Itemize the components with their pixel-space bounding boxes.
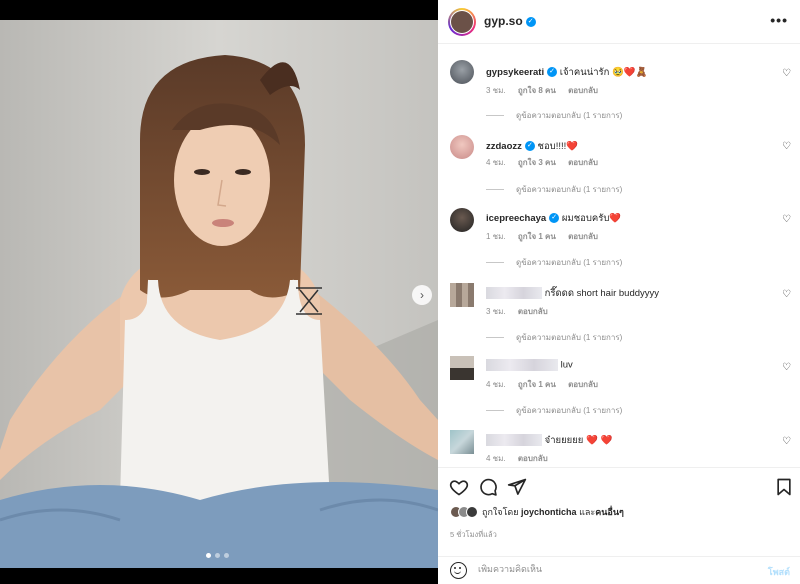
- reply-divider: [486, 189, 504, 190]
- comment-time[interactable]: 4 ชม.: [486, 380, 506, 389]
- reply-button[interactable]: ตอบกลับ: [568, 86, 598, 95]
- author-username[interactable]: gyp.so ✓: [484, 14, 536, 28]
- comment-body: กรี๊ดดด short hair buddyyyy: [544, 288, 660, 299]
- reply-button[interactable]: ตอบกลับ: [568, 232, 598, 241]
- share-paper-plane-icon[interactable]: [507, 477, 527, 497]
- commenter-avatar[interactable]: [450, 356, 474, 380]
- view-replies-button[interactable]: ดูข้อความตอบกลับ (1 รายการ): [486, 404, 622, 417]
- comment-username[interactable]: zzdaozz: [486, 141, 522, 152]
- add-comment-bar: โพสต์: [438, 556, 800, 584]
- comment-body: เจ้าคนน่ารัก 🥹❤️🧸: [559, 67, 648, 78]
- comment-meta: 1 ชม. ถูกใจ 1 คน ตอบกลับ: [486, 230, 608, 243]
- comment-text: luv: [486, 359, 573, 371]
- commenter-avatar[interactable]: [450, 135, 474, 159]
- comment-body: ผมชอบครับ❤️: [561, 213, 622, 224]
- comment-like-heart-icon[interactable]: ♡: [782, 68, 791, 79]
- comment-like-heart-icon[interactable]: ♡: [782, 289, 791, 300]
- comment-meta: 3 ชม. ตอบกลับ: [486, 305, 558, 318]
- verified-badge-icon: ✓: [525, 16, 536, 27]
- comment-text: zzdaozz ✓ ชอบ!!!!❤️: [486, 139, 578, 154]
- comment-input[interactable]: [478, 564, 728, 574]
- comment-like-heart-icon[interactable]: ♡: [782, 362, 791, 373]
- view-replies-button[interactable]: ดูข้อความตอบกลับ (1 รายการ): [486, 331, 622, 344]
- comment-likes[interactable]: ถูกใจ 1 คน: [518, 380, 556, 389]
- comment-text: icepreechaya ✓ ผมชอบครับ❤️: [486, 211, 621, 226]
- next-image-button[interactable]: ›: [412, 285, 432, 305]
- carousel-dot: [224, 553, 229, 558]
- blurred-username[interactable]: [486, 434, 542, 447]
- author-avatar[interactable]: [448, 8, 476, 36]
- liked-by: ถูกใจโดย joychonticha และคนอื่นๆ: [450, 505, 624, 519]
- reply-divider: [486, 337, 504, 338]
- comment-bubble-icon[interactable]: [478, 477, 498, 497]
- comment-username[interactable]: gypsykeerati: [486, 67, 544, 78]
- post-actions-bar: [438, 467, 800, 505]
- comment-username[interactable]: icepreechaya: [486, 213, 546, 224]
- comment-text: จ๋ายยยยย ❤️ ❤️: [486, 433, 612, 448]
- comment-likes[interactable]: ถูกใจ 8 คน: [518, 86, 556, 95]
- post-side-panel: gyp.so ✓ ••• gypsykeerati ✓ เจ้าคนน่ารัก 🥹…: [438, 0, 800, 584]
- verified-badge-icon: ✓: [524, 141, 535, 152]
- blurred-username[interactable]: [486, 359, 558, 371]
- comment-time[interactable]: 4 ชม.: [486, 158, 506, 167]
- comment-meta: 4 ชม. ถูกใจ 1 คน ตอบกลับ: [486, 378, 608, 391]
- verified-badge-icon: ✓: [549, 213, 560, 224]
- commenter-avatar[interactable]: [450, 208, 474, 232]
- comment-time[interactable]: 3 ชม.: [486, 307, 506, 316]
- comment-body: luv: [560, 359, 573, 371]
- blurred-username[interactable]: [486, 287, 542, 300]
- comment-meta: 3 ชม. ถูกใจ 8 คน ตอบกลับ: [486, 84, 608, 97]
- comment-time[interactable]: 3 ชม.: [486, 86, 506, 95]
- comment-time[interactable]: 1 ชม.: [486, 232, 506, 241]
- view-replies-button[interactable]: ดูข้อความตอบกลับ (1 รายการ): [486, 109, 622, 122]
- reply-divider: [486, 115, 504, 116]
- save-bookmark-icon[interactable]: [774, 477, 794, 497]
- reply-button[interactable]: ตอบกลับ: [518, 307, 548, 316]
- liker-avatar[interactable]: [466, 506, 478, 518]
- chevron-right-icon: ›: [420, 288, 424, 302]
- comment-like-heart-icon[interactable]: ♡: [782, 436, 791, 447]
- post-photo[interactable]: ›: [0, 0, 438, 584]
- carousel-dots: [206, 553, 229, 558]
- comment-likes[interactable]: ถูกใจ 3 คน: [518, 158, 556, 167]
- emoji-icon[interactable]: [450, 562, 467, 579]
- commenter-avatar[interactable]: [450, 430, 474, 454]
- comment-time[interactable]: 4 ชม.: [486, 454, 506, 463]
- comment-meta: 4 ชม. ตอบกลับ: [486, 452, 558, 465]
- portrait-illustration: [0, 20, 438, 568]
- photo-image: [0, 20, 438, 568]
- reply-button[interactable]: ตอบกลับ: [568, 158, 598, 167]
- post-header: gyp.so ✓ •••: [438, 0, 800, 44]
- carousel-dot: [215, 553, 220, 558]
- comments-list[interactable]: gypsykeerati ✓ เจ้าคนน่ารัก 🥹❤️🧸 3 ชม. ถู…: [438, 45, 800, 465]
- post-comment-button[interactable]: โพสต์: [768, 565, 790, 579]
- verified-badge-icon: ✓: [547, 67, 558, 78]
- commenter-avatar[interactable]: [450, 60, 474, 84]
- liked-by-others[interactable]: คนอื่นๆ: [595, 507, 624, 517]
- liked-by-user[interactable]: joychonticha: [521, 507, 577, 517]
- post-timestamp[interactable]: 5 ชั่วโมงที่แล้ว: [450, 529, 497, 541]
- reply-button[interactable]: ตอบกลับ: [518, 454, 548, 463]
- reply-button[interactable]: ตอบกลับ: [568, 380, 598, 389]
- reply-divider: [486, 410, 504, 411]
- comment-body: ชอบ!!!!❤️: [537, 141, 579, 152]
- reply-divider: [486, 262, 504, 263]
- comment-meta: 4 ชม. ถูกใจ 3 คน ตอบกลับ: [486, 156, 608, 169]
- view-replies-button[interactable]: ดูข้อความตอบกลับ (1 รายการ): [486, 183, 622, 196]
- comment-text: gypsykeerati ✓ เจ้าคนน่ารัก 🥹❤️🧸: [486, 65, 648, 80]
- comment-body: จ๋ายยยยย ❤️ ❤️: [544, 435, 613, 446]
- comment-like-heart-icon[interactable]: ♡: [782, 141, 791, 152]
- like-heart-icon[interactable]: [449, 477, 469, 497]
- comment-like-heart-icon[interactable]: ♡: [782, 214, 791, 225]
- more-options-icon[interactable]: •••: [770, 12, 788, 28]
- commenter-avatar[interactable]: [450, 283, 474, 307]
- comment-likes[interactable]: ถูกใจ 1 คน: [518, 232, 556, 241]
- comment-text: กรี๊ดดด short hair buddyyyy: [486, 286, 659, 301]
- view-replies-button[interactable]: ดูข้อความตอบกลับ (1 รายการ): [486, 256, 622, 269]
- carousel-dot: [206, 553, 211, 558]
